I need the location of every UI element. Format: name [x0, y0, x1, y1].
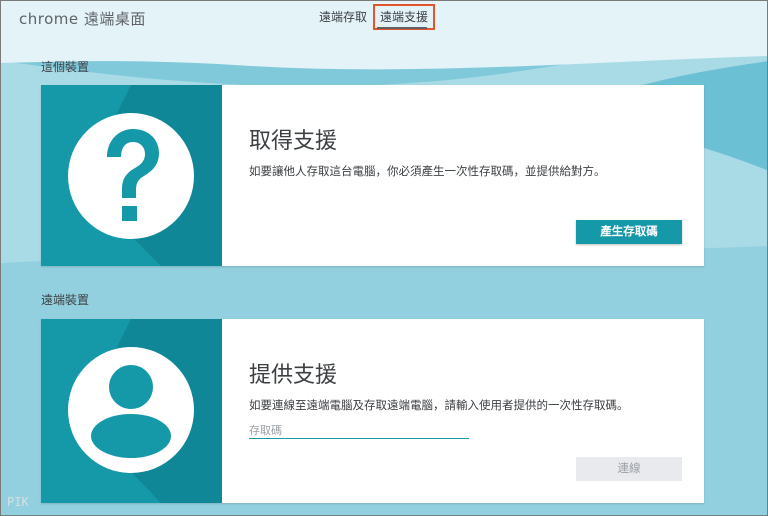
watermark: PIK: [7, 495, 29, 509]
section-label-remote-devices: 遠端裝置: [41, 293, 90, 307]
get-support-icon-panel: [41, 85, 222, 266]
top-bar: chrome 遠端桌面 遠端存取 遠端支援: [1, 1, 767, 35]
give-support-icon-panel: [41, 319, 222, 503]
give-support-title: 提供支援: [249, 363, 338, 388]
app-window: chrome 遠端桌面 遠端存取 遠端支援 這個裝置 取得支援 如要讓他人存取這…: [0, 0, 768, 516]
give-support-card: 提供支援 如要連線至遠端電腦及存取遠端電腦，請輸入使用者提供的一次性存取碼。 連…: [41, 319, 704, 503]
person-icon: [68, 319, 222, 503]
give-support-description: 如要連線至遠端電腦及存取遠端電腦，請輸入使用者提供的一次性存取碼。: [249, 398, 629, 412]
question-mark-icon: [68, 85, 222, 266]
get-support-card: 取得支援 如要讓他人存取這台電腦，你必須產生一次性存取碼，並提供給對方。 產生存…: [41, 85, 704, 266]
section-label-this-device: 這個裝置: [41, 60, 90, 74]
app-title: chrome 遠端桌面: [19, 10, 146, 28]
get-support-title: 取得支援: [249, 129, 338, 154]
active-tab-indicator: [377, 27, 427, 29]
generate-code-button[interactable]: 產生存取碼: [576, 220, 682, 244]
access-code-field-wrapper: [249, 419, 469, 440]
tab-remote-access[interactable]: 遠端存取: [317, 7, 369, 26]
access-code-input[interactable]: [249, 421, 469, 440]
connect-button[interactable]: 連線: [576, 457, 682, 481]
get-support-description: 如要讓他人存取這台電腦，你必須產生一次性存取碼，並提供給對方。: [249, 164, 606, 178]
